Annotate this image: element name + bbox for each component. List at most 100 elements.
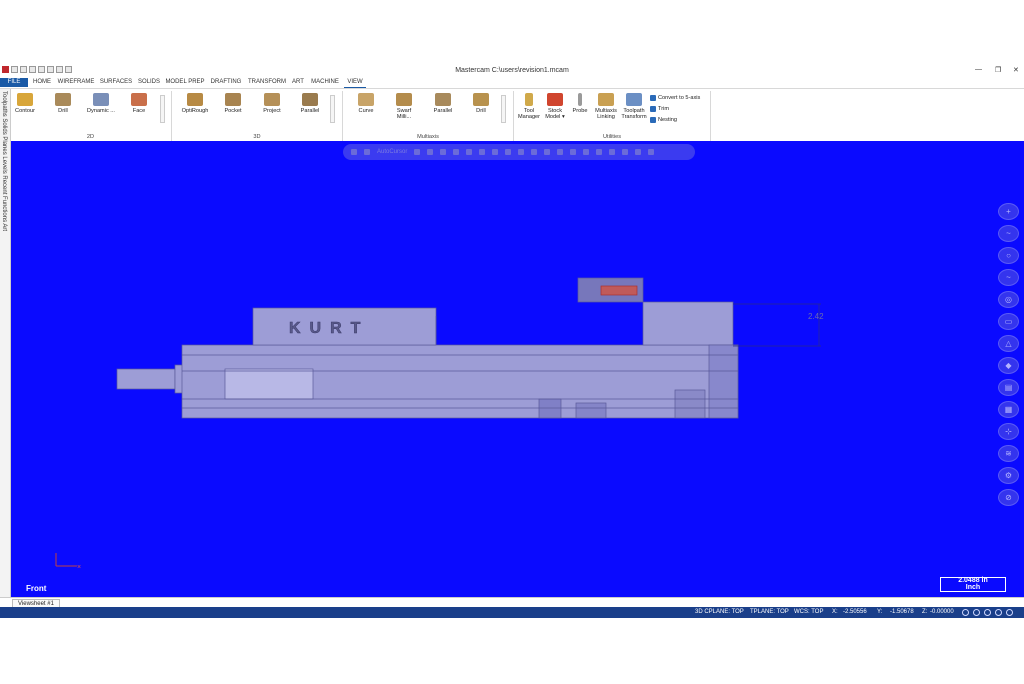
status-z-label: Z: <box>922 609 928 615</box>
probe-button[interactable]: Probe <box>568 91 592 114</box>
vise-model: KURT 2.42 × <box>55 277 824 571</box>
drill-multiaxis-icon <box>473 93 489 106</box>
nav-layers-icon[interactable]: ▤ <box>998 379 1019 396</box>
dynamic-icon <box>93 93 109 106</box>
base-pocket-1 <box>538 398 562 419</box>
face-icon <box>131 93 147 106</box>
dimension-value: 2.42 <box>808 312 824 321</box>
nav-circle-icon[interactable]: ○ <box>998 247 1019 264</box>
status-tplane[interactable]: TPLANE: TOP <box>750 609 789 615</box>
status-solid-icon[interactable] <box>995 609 1002 616</box>
tab-transform[interactable]: TRANSFORM <box>246 78 288 87</box>
parallel-icon <box>302 93 318 106</box>
status-globe-icon[interactable] <box>962 609 969 616</box>
tab-machine[interactable]: MACHINE <box>308 78 342 87</box>
group-label-multiaxis: Multiaxis <box>417 134 439 140</box>
status-cplane[interactable]: 3D CPLANE: TOP <box>695 609 744 615</box>
contour-icon <box>17 93 33 106</box>
project-button[interactable]: Project <box>257 91 287 114</box>
status-wcs[interactable]: WCS: TOP <box>794 609 823 615</box>
toolpath-transform-button[interactable]: Toolpath Transform <box>620 91 648 120</box>
trim-button[interactable]: Trim <box>650 106 669 112</box>
fixed-jaw-end <box>708 344 739 419</box>
parallel-multiaxis-button[interactable]: Parallel <box>428 91 458 114</box>
nav-rect-icon[interactable]: ▭ <box>998 313 1019 330</box>
contour-button[interactable]: Contour <box>10 91 40 114</box>
tab-surfaces[interactable]: SURFACES <box>98 78 134 87</box>
ribbon-group-2d: Contour Drill Dynamic ... Face 2D <box>10 91 172 141</box>
swarf-milling-button[interactable]: Swarf Milli... <box>389 91 419 120</box>
manager-tabs-label: Toolpaths Solids Planes Levels Recent Fu… <box>1 91 7 232</box>
status-bar: 3D CPLANE: TOP TPLANE: TOP WCS: TOP X: -… <box>0 607 1024 618</box>
manager-side-tabs[interactable]: Toolpaths Solids Planes Levels Recent Fu… <box>0 89 11 597</box>
parallel-3d-button[interactable]: Parallel <box>295 91 325 114</box>
base-pocket-2 <box>575 402 607 419</box>
status-wire-icon[interactable] <box>984 609 991 616</box>
tool-manager-icon <box>525 93 533 106</box>
nesting-button[interactable]: Nesting <box>650 117 677 123</box>
fixed-jaw <box>642 301 734 346</box>
status-y-label: Y: <box>877 609 883 615</box>
nav-settings-icon[interactable]: ⚙ <box>998 467 1019 484</box>
tab-solids[interactable]: SOLIDS <box>136 78 162 87</box>
face-button[interactable]: Face <box>124 91 154 114</box>
drill-2d-button[interactable]: Drill <box>48 91 78 114</box>
gallery-scroll-2d[interactable] <box>160 95 165 123</box>
tab-file[interactable]: FILE <box>0 78 28 87</box>
base-pocket-3 <box>674 389 706 419</box>
tab-home[interactable]: HOME <box>30 78 54 87</box>
scale-unit: Inch <box>965 584 981 591</box>
optirough-icon <box>187 93 203 106</box>
status-y-value: -1.50678 <box>890 609 914 615</box>
nav-disable-icon[interactable]: ⊘ <box>998 489 1019 506</box>
tool-manager-button[interactable]: Tool Manager <box>516 91 542 120</box>
group-label-2d: 2D <box>86 134 95 140</box>
restore-icon[interactable]: ❐ <box>995 66 1001 74</box>
curve-icon <box>358 93 374 106</box>
stock-model-icon <box>547 93 563 106</box>
nav-grid-icon[interactable]: ▦ <box>998 401 1019 418</box>
screw-slot <box>224 368 314 400</box>
convert-to-5-axis-button[interactable]: Convert to 5-axis <box>650 95 700 101</box>
tab-wireframe[interactable]: WIREFRAME <box>56 78 96 87</box>
multiaxis-linking-button[interactable]: Multiaxis Linking <box>592 91 620 120</box>
nav-curve-icon[interactable]: ~ <box>998 269 1019 286</box>
vise-handle <box>116 368 176 390</box>
pocket-button[interactable]: Pocket <box>218 91 248 114</box>
nav-triangle-icon[interactable]: △ <box>998 335 1019 352</box>
tab-drafting[interactable]: DRAFTING <box>208 78 244 87</box>
graphics-viewport[interactable]: AutoCursor KURT 2.42 × + ~ ○ ~ ◎ ▭ △ ◆ ▤… <box>11 141 1024 597</box>
scale-indicator: 2.0488 in Inch <box>940 577 1006 592</box>
nav-add-icon[interactable]: + <box>998 203 1019 220</box>
project-icon <box>264 93 280 106</box>
nav-shape-icon[interactable]: ◆ <box>998 357 1019 374</box>
nav-surface-icon[interactable]: ≋ <box>998 445 1019 462</box>
tab-art[interactable]: ART <box>290 78 306 87</box>
status-x-value: -2.50556 <box>843 609 867 615</box>
nav-target-icon[interactable]: ◎ <box>998 291 1019 308</box>
gallery-scroll-3d[interactable] <box>330 95 335 123</box>
close-icon[interactable]: ✕ <box>1013 66 1019 74</box>
window-title: Mastercam C:\users\revision1.mcam <box>455 67 569 74</box>
probe-icon <box>578 93 582 106</box>
status-shading-icon[interactable] <box>973 609 980 616</box>
ribbon-group-multiaxis: Curve Swarf Milli... Parallel Drill Mult… <box>343 91 514 141</box>
tab-model-prep[interactable]: MODEL PREP <box>164 78 206 87</box>
stock-model-button[interactable]: Stock Model ▾ <box>542 91 568 120</box>
nav-wave-icon[interactable]: ~ <box>998 225 1019 242</box>
drill-icon <box>55 93 71 106</box>
status-translucency-icon[interactable] <box>1006 609 1013 616</box>
optirough-button[interactable]: OptiRough <box>180 91 210 114</box>
status-z-value: -0.00000 <box>930 609 954 615</box>
minimize-icon[interactable]: — <box>975 66 982 73</box>
vise-label: KURT <box>289 320 369 337</box>
curve-button[interactable]: Curve <box>351 91 381 114</box>
dynamic-button[interactable]: Dynamic ... <box>86 91 116 114</box>
drill-multiaxis-button[interactable]: Drill <box>466 91 496 114</box>
scale-value: 2.0488 in <box>958 577 988 584</box>
nav-points-icon[interactable]: ⊹ <box>998 423 1019 440</box>
gallery-scroll-multiaxis[interactable] <box>501 95 506 123</box>
ribbon-group-3d: OptiRough Pocket Project Parallel 3D <box>172 91 343 141</box>
tab-view[interactable]: VIEW <box>344 78 366 88</box>
convert-icon <box>650 95 656 101</box>
